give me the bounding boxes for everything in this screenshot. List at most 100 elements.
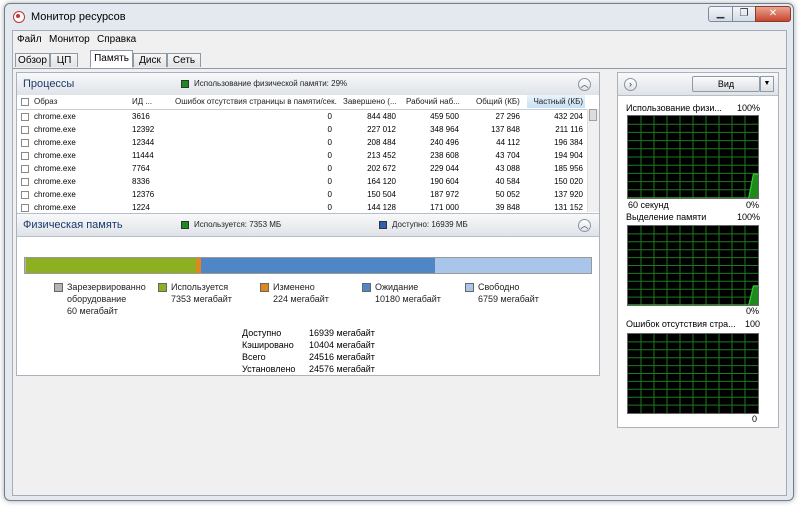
cell-faults: 0 bbox=[327, 177, 332, 186]
cell-pid: 7764 bbox=[132, 164, 150, 173]
row-checkbox[interactable] bbox=[21, 165, 29, 173]
standby-label: Ожидание 10180 мегабайт bbox=[375, 282, 441, 304]
cell-ws: 348 964 bbox=[430, 125, 459, 134]
reserved-label: Зарезервированно оборудование 60 мегабайт bbox=[67, 282, 146, 316]
used-color-box bbox=[158, 283, 167, 292]
graph-faults-title: Ошибок отсутствия стра... bbox=[626, 319, 736, 329]
maximize-button[interactable]: ❐ bbox=[732, 6, 756, 22]
row-checkbox[interactable] bbox=[21, 178, 29, 186]
table-row[interactable]: chrome.exe 1224 0 144 128 171 000 39 848 131 1… bbox=[17, 201, 587, 212]
available-note: Доступно: 16939 МБ bbox=[392, 220, 468, 229]
row-checkbox[interactable] bbox=[21, 113, 29, 121]
process-list-scrollbar[interactable] bbox=[587, 109, 599, 212]
cell-commit: 227 012 bbox=[367, 125, 396, 134]
graph-faults-min: 0 bbox=[752, 414, 758, 424]
cell-image: chrome.exe bbox=[34, 125, 76, 134]
tab-memory[interactable]: Память bbox=[90, 50, 133, 68]
memory-segment-standby bbox=[200, 258, 436, 273]
cell-pid: 12376 bbox=[132, 190, 155, 199]
cell-commit: 164 120 bbox=[367, 177, 396, 186]
col-working-set[interactable]: Рабочий наб... bbox=[406, 97, 460, 106]
menu-help[interactable]: Справка bbox=[97, 34, 136, 45]
collapse-physical-memory-icon[interactable]: ︿ bbox=[578, 219, 591, 232]
cell-ws: 187 972 bbox=[430, 190, 459, 199]
table-row[interactable]: chrome.exe 3616 0 844 480 459 500 27 296 432 2… bbox=[17, 110, 587, 123]
cell-faults: 0 bbox=[327, 125, 332, 134]
col-pid[interactable]: ИД ... bbox=[132, 97, 152, 106]
row-checkbox[interactable] bbox=[21, 191, 29, 199]
cell-faults: 0 bbox=[327, 203, 332, 212]
graphs-pane: › Вид ▼ Использование физи... 100% 60 се… bbox=[617, 72, 779, 428]
view-dropdown-icon[interactable]: ▼ bbox=[760, 76, 774, 92]
cell-image: chrome.exe bbox=[34, 151, 76, 160]
cell-commit: 208 484 bbox=[367, 138, 396, 147]
expand-graphs-icon[interactable]: › bbox=[624, 78, 637, 91]
col-image[interactable]: Образ bbox=[34, 97, 57, 106]
cell-ws: 459 500 bbox=[430, 112, 459, 121]
stat-installed-value: 24576 мегабайт bbox=[309, 364, 375, 374]
table-row[interactable]: chrome.exe 12344 0 208 484 240 496 44 112 196 … bbox=[17, 136, 587, 149]
title-bar[interactable]: Монитор ресурсов ▁ ❐ ✕ bbox=[5, 4, 793, 30]
col-commit[interactable]: Завершено (... bbox=[343, 97, 397, 106]
restore-icon: ❐ bbox=[739, 8, 749, 19]
graph-commit-title: Выделение памяти bbox=[626, 212, 707, 222]
usage-legend-icon bbox=[181, 80, 189, 88]
used-label: Используется 7353 мегабайт bbox=[171, 282, 232, 304]
col-hard-faults[interactable]: Ошибок отсутствия страницы в памяти/сек. bbox=[175, 97, 337, 106]
memory-segment-used bbox=[26, 258, 196, 273]
cell-image: chrome.exe bbox=[34, 177, 76, 186]
row-checkbox[interactable] bbox=[21, 139, 29, 147]
cell-ws: 171 000 bbox=[430, 203, 459, 212]
cell-image: chrome.exe bbox=[34, 112, 76, 121]
close-icon: ✕ bbox=[768, 8, 778, 19]
cell-private: 196 384 bbox=[554, 138, 583, 147]
processes-title: Процессы bbox=[23, 78, 75, 90]
table-row[interactable]: chrome.exe 12376 0 150 504 187 972 50 052 137 … bbox=[17, 188, 587, 201]
graph-commit-min: 0% bbox=[746, 306, 760, 316]
cell-image: chrome.exe bbox=[34, 190, 76, 199]
row-checkbox[interactable] bbox=[21, 152, 29, 160]
scrollbar-thumb[interactable] bbox=[589, 109, 597, 121]
cell-image: chrome.exe bbox=[34, 138, 76, 147]
menu-file[interactable]: Файл bbox=[17, 34, 42, 45]
tab-bar: Обзор ЦП Память Диск Сеть bbox=[13, 49, 786, 69]
tab-cpu[interactable]: ЦП bbox=[50, 53, 78, 67]
minimize-button[interactable]: ▁ bbox=[708, 6, 733, 22]
tab-disk[interactable]: Диск bbox=[133, 53, 167, 67]
table-row[interactable]: chrome.exe 7764 0 202 672 229 044 43 088 185 9… bbox=[17, 162, 587, 175]
collapse-processes-icon[interactable]: ︿ bbox=[578, 78, 591, 91]
process-column-headers: Образ ИД ... Ошибок отсутствия страницы … bbox=[17, 95, 599, 110]
select-all-checkbox[interactable] bbox=[21, 98, 29, 106]
stat-total-value: 24516 мегабайт bbox=[309, 352, 375, 362]
col-private[interactable]: Частный (КБ) bbox=[527, 95, 585, 108]
row-checkbox[interactable] bbox=[21, 126, 29, 134]
process-list: chrome.exe 3616 0 844 480 459 500 27 296 432 2… bbox=[17, 110, 587, 212]
cell-commit: 844 480 bbox=[367, 112, 396, 121]
memory-usage-bar bbox=[24, 257, 592, 274]
graph-physical-duration: 60 секунд bbox=[628, 200, 669, 210]
physical-memory-title: Физическая память bbox=[23, 219, 123, 231]
graph-physical-max: 100% bbox=[736, 103, 760, 113]
standby-color-box bbox=[362, 283, 371, 292]
client-area: Файл Монитор Справка Обзор ЦП Память Дис… bbox=[12, 30, 787, 496]
close-button[interactable]: ✕ bbox=[755, 6, 791, 22]
tab-network[interactable]: Сеть bbox=[167, 53, 201, 67]
cell-commit: 150 504 bbox=[367, 190, 396, 199]
col-shareable[interactable]: Общий (КБ) bbox=[476, 97, 520, 106]
graph-commit-charge bbox=[627, 225, 759, 306]
table-row[interactable]: chrome.exe 12392 0 227 012 348 964 137 848 211… bbox=[17, 123, 587, 136]
row-checkbox[interactable] bbox=[21, 204, 29, 212]
table-row[interactable]: chrome.exe 8336 0 164 120 190 604 40 584 150 0… bbox=[17, 175, 587, 188]
physical-memory-header[interactable]: Физическая память Используется: 7353 МБ … bbox=[17, 213, 599, 237]
cell-shared: 27 296 bbox=[495, 112, 520, 121]
cell-pid: 12392 bbox=[132, 125, 155, 134]
processes-header[interactable]: Процессы Использование физической памяти… bbox=[17, 73, 599, 96]
reserved-color-box bbox=[54, 283, 63, 292]
tab-overview[interactable]: Обзор bbox=[15, 53, 50, 67]
used-legend-icon bbox=[181, 221, 189, 229]
table-row[interactable]: chrome.exe 11444 0 213 452 238 608 43 704 194 … bbox=[17, 149, 587, 162]
view-button[interactable]: Вид bbox=[692, 76, 760, 92]
menu-monitor[interactable]: Монитор bbox=[49, 34, 90, 45]
graph-hard-faults bbox=[627, 333, 759, 414]
cell-faults: 0 bbox=[327, 138, 332, 147]
